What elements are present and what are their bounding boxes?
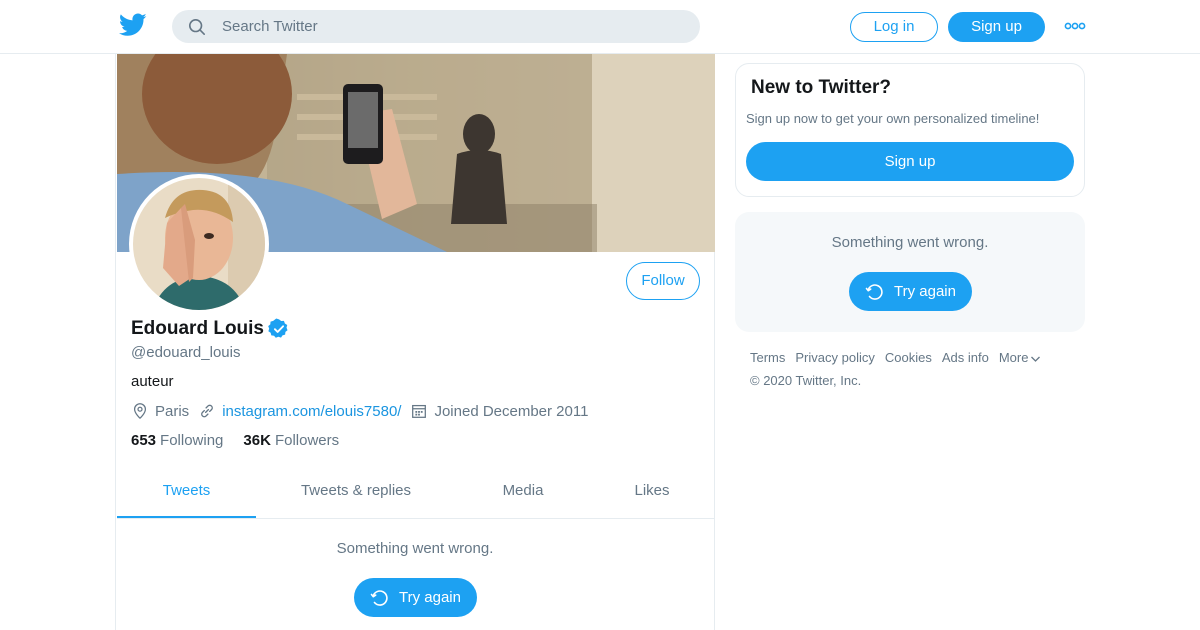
- login-button[interactable]: Log in: [850, 12, 938, 42]
- footer-link-ads-info[interactable]: Ads info: [942, 350, 989, 365]
- search-icon: [188, 18, 206, 36]
- profile-website: instagram.com/elouis7580/: [198, 402, 401, 420]
- profile-tabs: Tweets Tweets & replies Media Likes: [117, 470, 715, 519]
- sidebar-error-message: Something went wrong.: [831, 234, 989, 251]
- profile-column: Follow Edouard Louis @edouard_louis aute…: [115, 54, 715, 630]
- sidebar-signup-button[interactable]: Sign up: [746, 142, 1074, 181]
- verified-badge-icon: [268, 318, 288, 338]
- profile-location: Paris: [131, 402, 189, 420]
- refresh-icon: [865, 283, 883, 300]
- followers-label: Followers: [274, 432, 340, 449]
- new-to-twitter-title: New to Twitter?: [751, 77, 892, 98]
- tab-tweets-and-replies[interactable]: Tweets & replies: [281, 470, 431, 518]
- tab-likes[interactable]: Likes: [607, 470, 697, 518]
- footer-link-cookies[interactable]: Cookies: [885, 350, 932, 365]
- twitter-bird-icon[interactable]: [119, 13, 147, 37]
- link-icon: [201, 404, 214, 418]
- profile-handle: @edouard_louis: [131, 344, 241, 361]
- location-text: Paris: [155, 402, 190, 420]
- following-stat[interactable]: 653 Following: [131, 432, 223, 449]
- footer: Terms Privacy policy Cookies Ads info Mo…: [750, 350, 1090, 388]
- followers-stat[interactable]: 36K Followers: [243, 432, 339, 449]
- chevron-down-icon: [1031, 356, 1041, 362]
- signup-button[interactable]: Sign up: [948, 12, 1045, 42]
- profile-joined: Joined December 2011: [410, 402, 588, 420]
- search-box[interactable]: [172, 10, 700, 43]
- avatar[interactable]: [133, 178, 265, 310]
- footer-more-label: More: [998, 350, 1029, 365]
- new-to-twitter-card: New to Twitter? Sign up now to get your …: [735, 63, 1085, 197]
- footer-link-more[interactable]: More: [999, 350, 1042, 365]
- follow-button[interactable]: Follow: [626, 262, 700, 300]
- search-input[interactable]: [222, 10, 682, 43]
- website-link[interactable]: instagram.com/elouis7580/: [222, 403, 401, 420]
- tab-media[interactable]: Media: [477, 470, 569, 518]
- refresh-icon: [370, 589, 388, 606]
- profile-name: Edouard Louis: [131, 318, 264, 339]
- profile-bio: auteur: [131, 373, 174, 390]
- sidebar-error-card: Something went wrong. Try again: [735, 212, 1085, 332]
- footer-link-terms[interactable]: Terms: [750, 350, 785, 365]
- following-count: 653: [131, 432, 157, 449]
- more-options-icon[interactable]: [1064, 18, 1086, 34]
- profile-meta: Paris instagram.com/elouis7580/ Joined D…: [131, 401, 597, 421]
- top-nav-bar: Log in Sign up: [0, 0, 1200, 54]
- timeline-try-again-button[interactable]: Try again: [354, 578, 477, 617]
- footer-link-privacy[interactable]: Privacy policy: [795, 350, 874, 365]
- joined-text: Joined December 2011: [434, 402, 589, 420]
- sidebar-try-again-button[interactable]: Try again: [849, 272, 972, 311]
- footer-links: Terms Privacy policy Cookies Ads info Mo…: [750, 350, 1090, 365]
- footer-copyright: © 2020 Twitter, Inc.: [750, 373, 862, 388]
- calendar-icon: [412, 404, 427, 418]
- location-pin-icon: [133, 403, 147, 420]
- sidebar-try-again-label: Try again: [894, 283, 956, 300]
- following-label: Following: [160, 432, 224, 449]
- timeline-error-message: Something went wrong.: [336, 540, 494, 557]
- avatar-border: [129, 174, 269, 314]
- profile-name-row: Edouard Louis: [131, 316, 290, 342]
- tab-tweets[interactable]: Tweets: [117, 470, 256, 518]
- new-to-twitter-text: Sign up now to get your own personalized…: [746, 111, 1040, 126]
- followers-count: 36K: [243, 432, 271, 449]
- profile-stats: 653 Following 36K Followers: [131, 432, 359, 449]
- timeline-try-again-label: Try again: [399, 589, 461, 606]
